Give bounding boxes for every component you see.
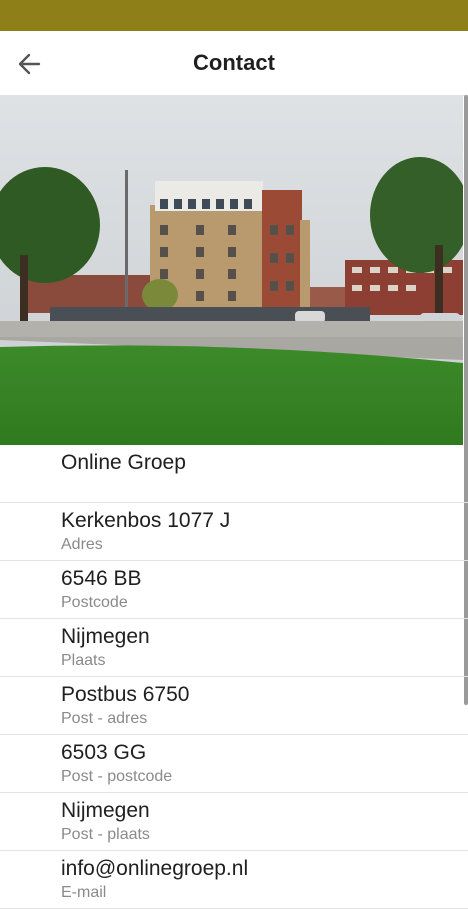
list-item-address[interactable]: Kerkenbos 1077 J Adres [0, 503, 468, 561]
app-bar: Contact [0, 31, 468, 96]
item-value: 6503 GG [61, 741, 147, 764]
list-item-email[interactable]: info@onlinegroep.nl E-mail [0, 851, 468, 909]
item-value: Nijmegen [61, 799, 150, 822]
contact-list: Online Groep Kerkenbos 1077 J Adres 6546… [0, 445, 468, 909]
item-value: 6546 BB [61, 567, 142, 590]
list-item-post-address[interactable]: Postbus 6750 Post - adres [0, 677, 468, 735]
company-name: Online Groep [61, 451, 186, 474]
office-building-photo [0, 95, 463, 445]
item-value: Kerkenbos 1077 J [61, 509, 231, 532]
item-label: Plaats [61, 652, 106, 669]
item-label: Postcode [61, 594, 128, 611]
status-bar [0, 0, 468, 31]
item-label: Post - postcode [61, 768, 173, 785]
item-label: Post - plaats [61, 826, 150, 843]
item-label: Adres [61, 536, 103, 553]
list-item-city[interactable]: Nijmegen Plaats [0, 619, 468, 677]
item-value: Postbus 6750 [61, 683, 190, 706]
list-item-company: Online Groep [0, 445, 468, 503]
list-item-postcode[interactable]: 6546 BB Postcode [0, 561, 468, 619]
list-item-post-city[interactable]: Nijmegen Post - plaats [0, 793, 468, 851]
item-value: info@onlinegroep.nl [61, 857, 249, 880]
item-label: Post - adres [61, 710, 148, 727]
item-value: Nijmegen [61, 625, 150, 648]
list-item-post-postcode[interactable]: 6503 GG Post - postcode [0, 735, 468, 793]
item-label: E-mail [61, 884, 107, 901]
page-title: Contact [193, 50, 275, 75]
